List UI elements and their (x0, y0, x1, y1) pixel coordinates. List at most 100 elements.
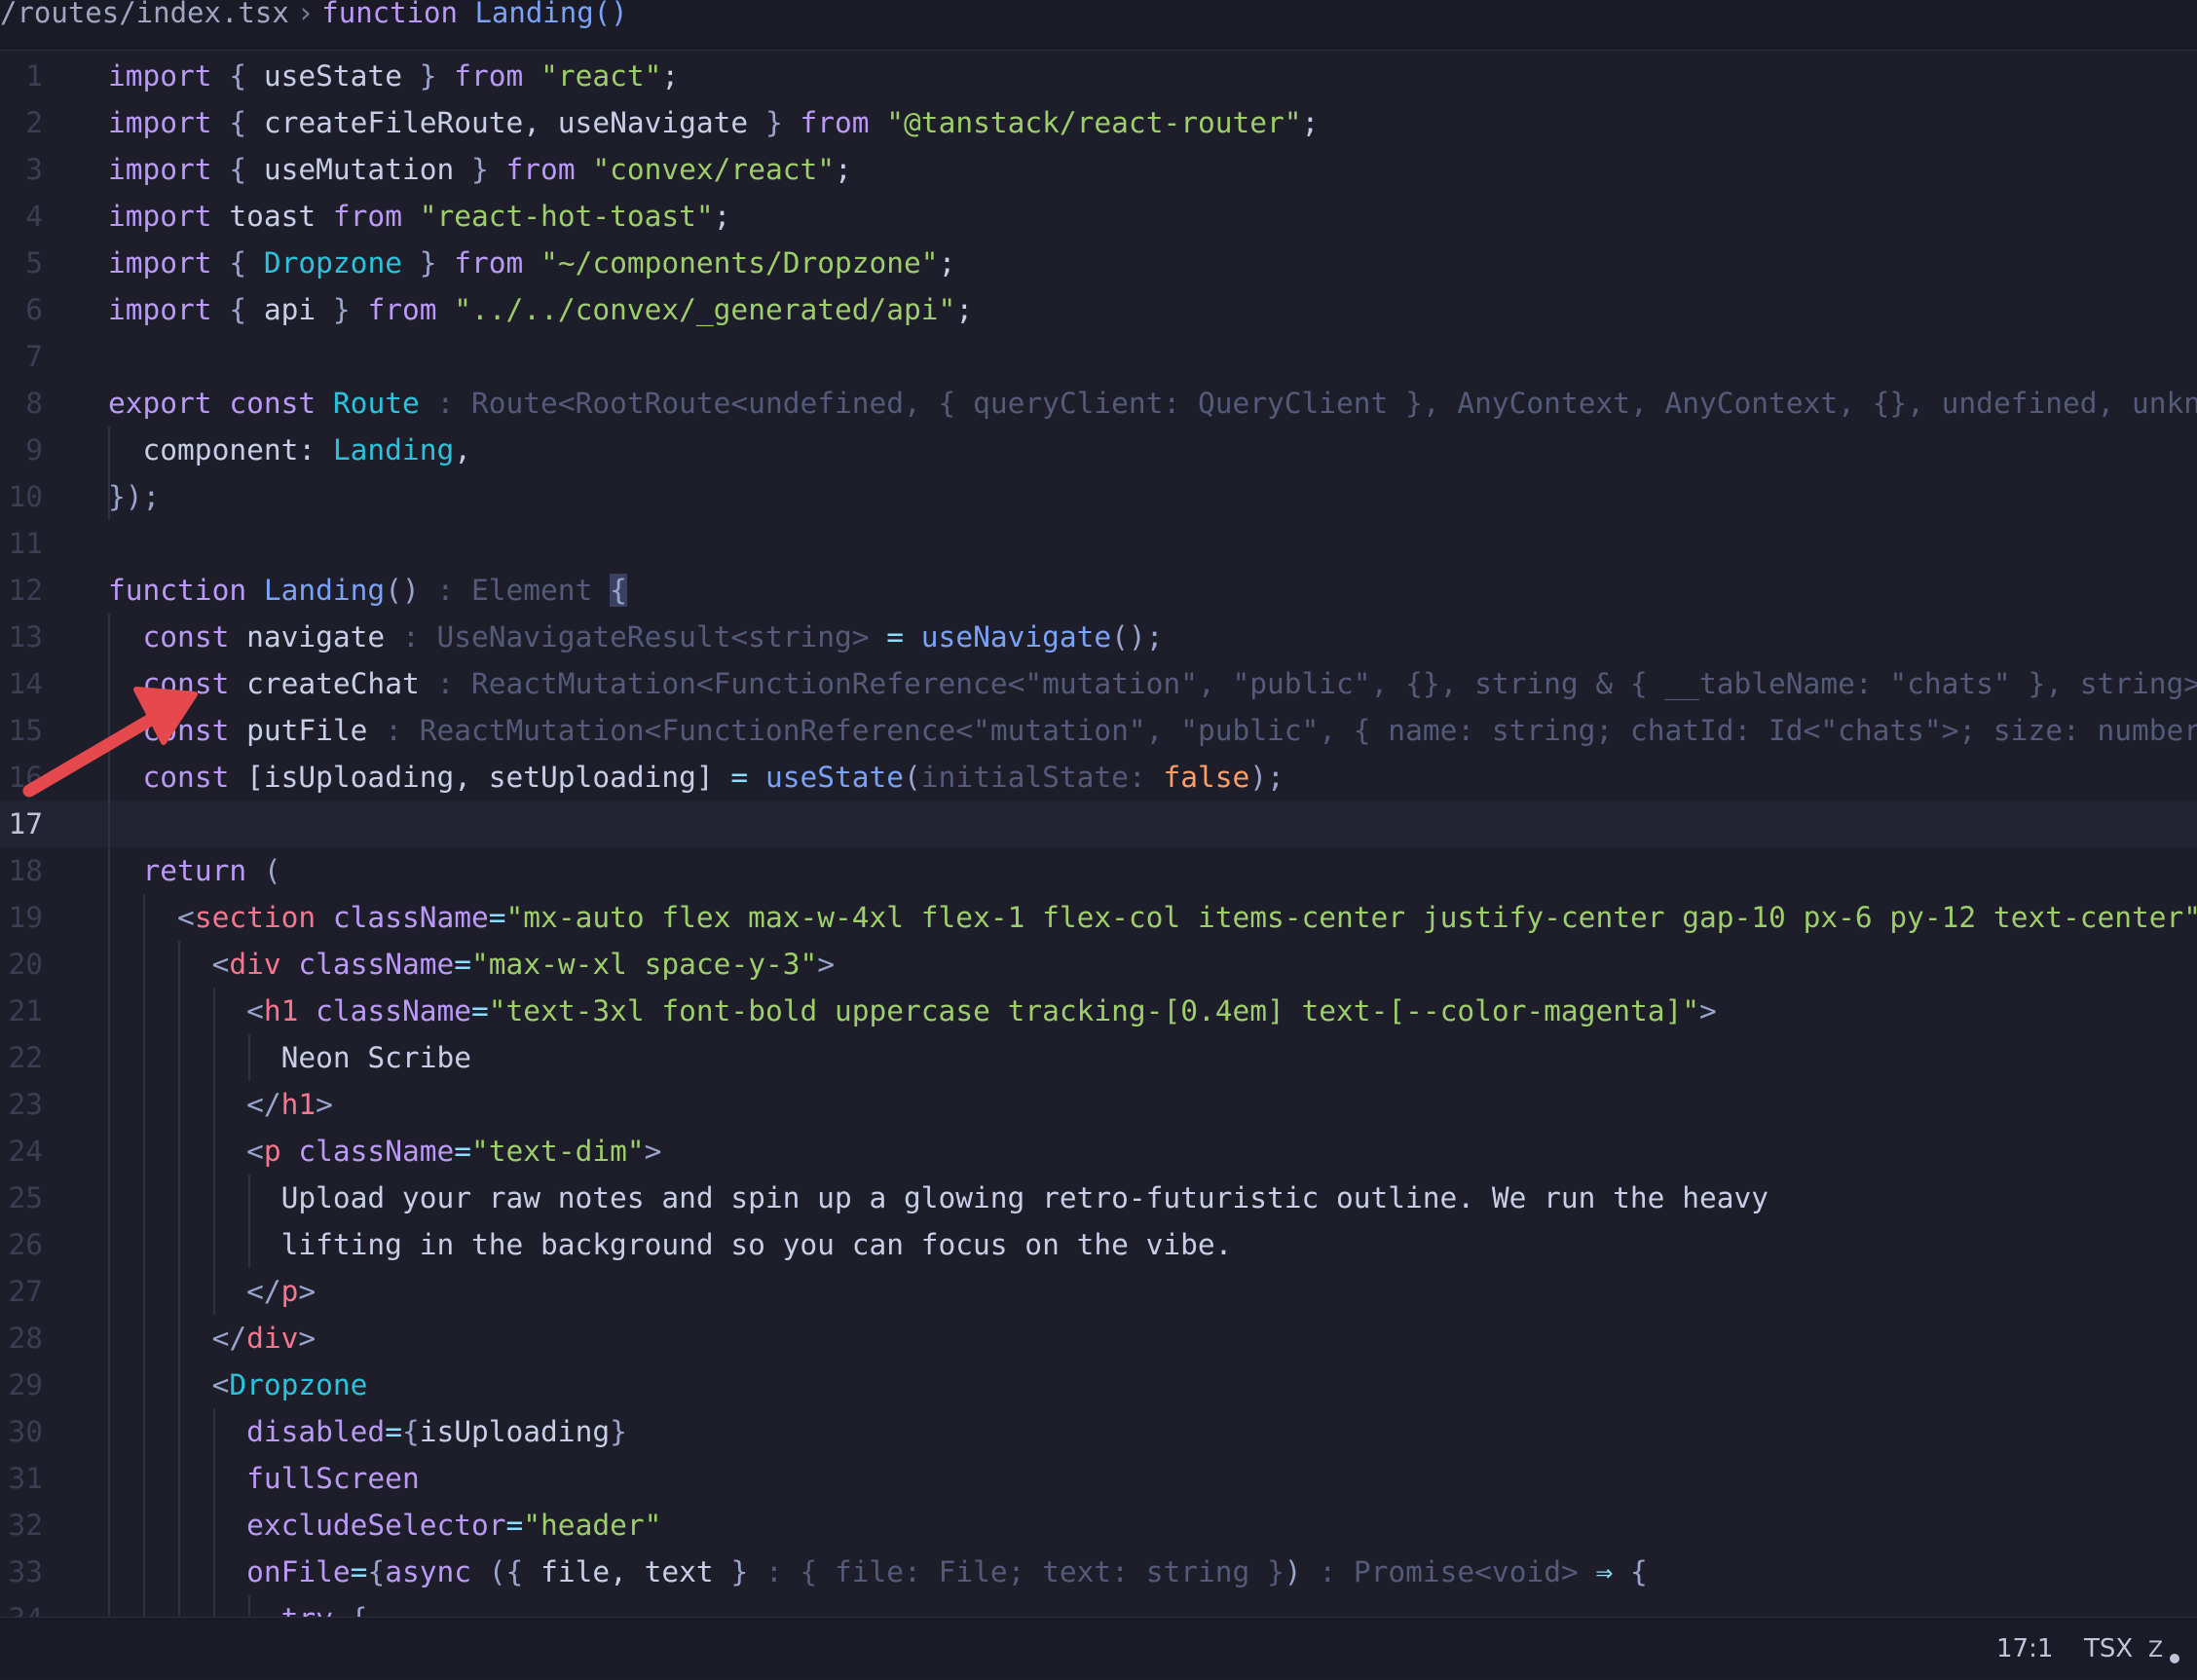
code-token: "react" (540, 59, 662, 93)
code-line[interactable]: 8 export const Route : Route<RootRoute<un… (0, 380, 2197, 427)
code-line[interactable]: 12 function Landing() : Element { (0, 567, 2197, 614)
code-text[interactable]: import toast from "react-hot-toast"; (108, 193, 730, 240)
code-text[interactable]: try { (108, 1595, 368, 1617)
code-token: from (454, 246, 524, 280)
code-token: from (454, 59, 524, 93)
code-line[interactable]: 34 try { (0, 1595, 2197, 1617)
code-line[interactable]: 33 onFile={async ({ file, text } : { fil… (0, 1549, 2197, 1595)
indent-guide (212, 1221, 215, 1268)
code-text[interactable]: }); (108, 473, 160, 520)
code-line[interactable]: 30 disabled={isUploading} (0, 1408, 2197, 1455)
indent-guide (247, 1221, 250, 1268)
code-line[interactable]: 15 const putFile : ReactMutation<Functio… (0, 707, 2197, 754)
code-line[interactable]: 23 </h1> (0, 1081, 2197, 1128)
code-text[interactable]: export const Route : Route<RootRoute<und… (108, 380, 2197, 427)
code-line[interactable]: 4 import toast from "react-hot-toast"; (0, 193, 2197, 240)
indent-guide (108, 660, 110, 707)
code-token: h1 (280, 1088, 317, 1121)
code-line[interactable]: 5 import { Dropzone } from "~/components/… (0, 240, 2197, 286)
code-line[interactable]: 27 </p> (0, 1268, 2197, 1315)
code-token: { (401, 1415, 420, 1448)
code-token: import (108, 153, 212, 186)
code-line[interactable]: 9 component: Landing, (0, 427, 2197, 473)
code-text[interactable]: import { Dropzone } from "~/components/D… (108, 240, 955, 286)
code-text[interactable]: <h1 className="text-3xl font-bold upperc… (108, 988, 1717, 1034)
code-text[interactable]: <section className="mx-auto flex max-w-4… (108, 894, 2197, 941)
code-line[interactable]: 18 return ( (0, 847, 2197, 894)
code-text[interactable]: const putFile : ReactMutation<FunctionRe… (108, 707, 2197, 754)
code-text[interactable]: const navigate : UseNavigateResult<strin… (108, 614, 1164, 660)
code-text[interactable]: </p> (108, 1268, 316, 1315)
line-number: 16 (8, 761, 43, 794)
code-text[interactable]: excludeSelector="header" (108, 1502, 661, 1549)
code-text[interactable]: import { api } from "../../convex/_gener… (108, 286, 973, 333)
code-line[interactable]: 17 (0, 801, 2197, 847)
code-token: < (211, 1368, 230, 1401)
indent-guide (142, 1549, 145, 1595)
code-line[interactable]: 2 import { createFileRoute, useNavigate }… (0, 99, 2197, 146)
indent-guide (142, 894, 145, 941)
code-line[interactable]: 6 import { api } from "../../convex/_gene… (0, 286, 2197, 333)
code-token: "react-hot-toast" (419, 200, 714, 233)
code-line[interactable]: 7 (0, 333, 2197, 380)
code-text[interactable]: Upload your raw notes and spin up a glow… (108, 1175, 1769, 1221)
code-text[interactable]: component: Landing, (108, 427, 471, 473)
code-token: = (471, 994, 489, 1027)
indent-guide (108, 473, 110, 520)
code-text[interactable]: Neon Scribe (108, 1034, 471, 1081)
code-line[interactable]: 11 (0, 520, 2197, 567)
line-number: 30 (8, 1415, 43, 1448)
indent-guide (212, 1549, 215, 1595)
code-token: > (298, 1275, 317, 1308)
line-number: 27 (8, 1275, 43, 1308)
code-text[interactable]: import { useState } from "react"; (108, 53, 679, 99)
code-text[interactable]: onFile={async ({ file, text } : { file: … (108, 1549, 1648, 1595)
code-text[interactable]: const createChat : ReactMutation<Functio… (108, 660, 2197, 707)
code-line[interactable]: 20 <div className="max-w-xl space-y-3"> (0, 941, 2197, 988)
code-line[interactable]: 16 const [isUploading, setUploading] = u… (0, 754, 2197, 801)
code-line[interactable]: 10}); (0, 473, 2197, 520)
code-token: const (142, 714, 230, 747)
code-text[interactable]: <div className="max-w-xl space-y-3"> (108, 941, 835, 988)
code-line[interactable]: 21 <h1 className="text-3xl font-bold upp… (0, 988, 2197, 1034)
code-editor[interactable]: 1 import { useState } from "react"; 2 impor… (0, 53, 2197, 1617)
line-number: 11 (8, 527, 43, 560)
code-line[interactable]: 13 const navigate : UseNavigateResult<st… (0, 614, 2197, 660)
code-text[interactable]: disabled={isUploading} (108, 1408, 627, 1455)
code-line[interactable]: 1 import { useState } from "react"; (0, 53, 2197, 99)
code-token: ; (661, 59, 680, 93)
code-token: { (367, 1555, 386, 1588)
code-line[interactable]: 3 import { useMutation } from "convex/rea… (0, 146, 2197, 193)
code-text[interactable]: <p className="text-dim"> (108, 1128, 661, 1175)
code-text[interactable]: fullScreen (108, 1455, 420, 1502)
code-line[interactable]: 22 Neon Scribe (0, 1034, 2197, 1081)
code-text[interactable]: </h1> (108, 1081, 333, 1128)
code-text[interactable]: lifting in the background so you can foc… (108, 1221, 1233, 1268)
breadcrumb-symbol[interactable]: Landing() (474, 0, 627, 27)
code-line[interactable]: 14 const createChat : ReactMutation<Func… (0, 660, 2197, 707)
code-line[interactable]: 28 </div> (0, 1315, 2197, 1362)
code-text[interactable]: return ( (108, 847, 281, 894)
zed-assistant-icon[interactable]: Z (2148, 1635, 2183, 1664)
breadcrumb-path[interactable]: /routes/index.tsx (0, 0, 289, 27)
code-line[interactable]: 32 excludeSelector="header" (0, 1502, 2197, 1549)
code-token: < (177, 901, 195, 934)
code-line[interactable]: 31 fullScreen (0, 1455, 2197, 1502)
code-line[interactable]: 25 Upload your raw notes and spin up a g… (0, 1175, 2197, 1221)
code-text[interactable]: import { createFileRoute, useNavigate } … (108, 99, 1319, 146)
code-line[interactable]: 24 <p className="text-dim"> (0, 1128, 2197, 1175)
code-line[interactable]: 26 lifting in the background so you can … (0, 1221, 2197, 1268)
code-text[interactable]: const [isUploading, setUploading] = useS… (108, 754, 1285, 801)
language-mode[interactable]: TSX (2084, 1618, 2133, 1680)
code-token: const (229, 387, 317, 420)
code-line[interactable]: 19 <section className="mx-auto flex max-… (0, 894, 2197, 941)
code-text[interactable]: import { useMutation } from "convex/reac… (108, 146, 852, 193)
svg-text:Z: Z (2148, 1638, 2163, 1662)
cursor-position[interactable]: 17:1 (1996, 1618, 2053, 1680)
code-text[interactable]: function Landing() : Element { (108, 567, 627, 614)
code-text[interactable]: </div> (108, 1315, 317, 1362)
code-line[interactable]: 29 <Dropzone (0, 1362, 2197, 1408)
code-text[interactable]: <Dropzone (108, 1362, 368, 1408)
breadcrumb[interactable]: /routes/index.tsx › function Landing() (0, 0, 2197, 51)
